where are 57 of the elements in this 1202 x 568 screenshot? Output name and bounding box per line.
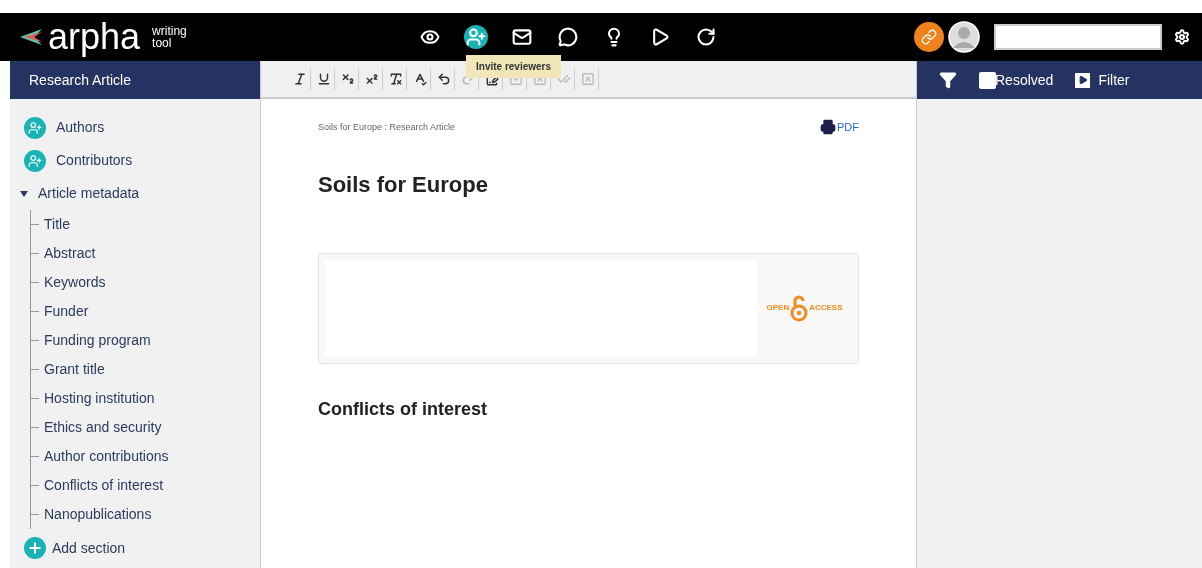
plus-icon <box>24 537 46 559</box>
sidebar-item[interactable]: Funding program <box>44 330 151 351</box>
clear-format-icon <box>388 72 403 86</box>
search-field[interactable] <box>994 24 1162 50</box>
sidebar-item-label: Article metadata <box>38 184 140 203</box>
sidebar-item[interactable]: Funder <box>44 301 89 322</box>
comment-button[interactable] <box>556 25 580 49</box>
play-icon <box>1075 72 1091 88</box>
link-button[interactable] <box>914 22 944 52</box>
breadcrumb: Soils for Europe : Research Article <box>318 120 456 134</box>
open-access-label: OPEN <box>766 302 790 314</box>
logo: arpha <box>48 19 141 55</box>
subscript-icon <box>340 72 355 86</box>
filter-button[interactable]: Filter <box>1075 69 1130 91</box>
undo-icon <box>436 72 451 86</box>
open-lock-icon <box>790 294 809 322</box>
underline-icon <box>316 72 331 86</box>
sidebar-item[interactable]: Conflicts of interest <box>44 475 164 496</box>
logo-subtitle: writing <box>152 25 187 37</box>
x-icon <box>580 72 595 86</box>
add-person-icon <box>466 27 486 47</box>
sidebar-item[interactable]: Ethics and security <box>44 417 162 438</box>
pdf-link[interactable]: PDF <box>820 119 859 136</box>
settings-icon[interactable] <box>1174 29 1190 45</box>
tooltip: Invite reviewers <box>466 55 562 78</box>
sidebar-item[interactable]: Grant title <box>44 359 105 380</box>
eye-icon <box>420 27 440 47</box>
sidebar-item[interactable]: Abstract <box>44 243 96 264</box>
refresh-icon <box>696 27 716 47</box>
sidebar-item[interactable]: Hosting institution <box>44 388 155 409</box>
logo-icon <box>18 27 44 47</box>
logo-subtitle: tool <box>152 37 172 49</box>
resolved-checkbox[interactable]: Resolved <box>979 69 1054 91</box>
link-icon <box>921 29 937 45</box>
sidebar-item[interactable]: Authors <box>10 111 260 144</box>
sidebar-item[interactable]: Title <box>44 214 70 235</box>
add-person-icon <box>24 149 46 172</box>
article-title: Soils for Europe <box>318 170 489 199</box>
comment-icon <box>558 27 578 47</box>
sidebar-item[interactable]: Nanopublications <box>44 504 152 525</box>
open-access-label: ACCESS <box>809 302 843 314</box>
section-heading: Conflicts of interest <box>318 397 488 421</box>
double-check-icon <box>556 72 571 86</box>
sidebar-item[interactable]: Article metadata <box>10 177 260 210</box>
sidebar-item[interactable]: Author contributions <box>44 446 169 467</box>
add-person-icon <box>24 116 46 139</box>
sidebar-header: Research Article <box>10 61 260 99</box>
superscript-icon <box>364 72 379 86</box>
play-icon <box>650 27 670 47</box>
sidebar-item[interactable]: Keywords <box>44 272 106 293</box>
mail-icon <box>512 27 532 47</box>
printer-icon <box>820 119 836 136</box>
filter-icon[interactable] <box>939 71 957 89</box>
add-section-button[interactable]: Add section <box>10 533 260 563</box>
avatar[interactable] <box>948 21 980 53</box>
sidebar-item[interactable]: Contributors <box>10 144 260 177</box>
italic-icon <box>292 72 307 86</box>
